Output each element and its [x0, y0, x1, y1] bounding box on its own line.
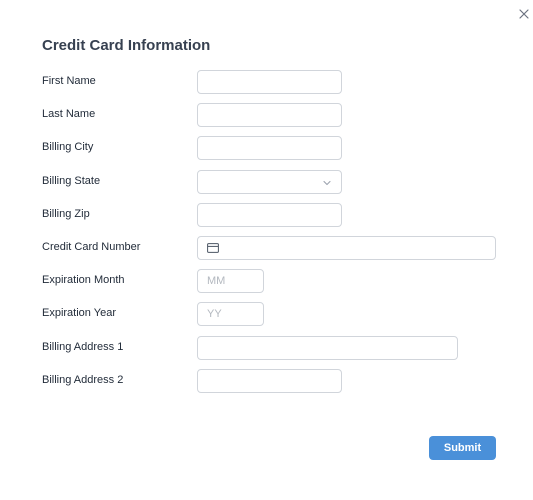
credit-card-icon	[207, 243, 219, 253]
billing-zip-row: Billing Zip	[0, 203, 533, 227]
card-number-label: Credit Card Number	[42, 241, 141, 253]
billing-zip-input[interactable]	[197, 203, 342, 227]
last-name-label: Last Name	[42, 108, 96, 120]
billing-address-1-input[interactable]	[197, 336, 458, 360]
first-name-row: First Name	[0, 70, 533, 94]
billing-state-row: Billing State	[0, 170, 533, 194]
billing-city-row: Billing City	[0, 136, 533, 160]
last-name-input[interactable]	[197, 103, 342, 127]
first-name-label: First Name	[42, 75, 96, 87]
chevron-down-icon	[323, 180, 331, 186]
billing-address-1-row: Billing Address 1	[0, 336, 533, 360]
expiration-year-input[interactable]	[197, 302, 264, 326]
billing-state-select[interactable]	[197, 170, 342, 194]
billing-zip-label: Billing Zip	[42, 208, 90, 220]
submit-button[interactable]: Submit	[429, 436, 496, 460]
expiration-year-label: Expiration Year	[42, 307, 116, 319]
expiration-month-row: Expiration Month	[0, 269, 533, 293]
billing-address-2-label: Billing Address 2	[42, 374, 124, 386]
first-name-input[interactable]	[197, 70, 342, 94]
expiration-month-input[interactable]	[197, 269, 264, 293]
billing-state-label: Billing State	[42, 175, 101, 187]
billing-address-1-label: Billing Address 1	[42, 341, 124, 353]
card-number-row: Credit Card Number	[0, 236, 533, 260]
close-icon	[519, 9, 529, 19]
card-number-field	[197, 236, 496, 260]
expiration-year-row: Expiration Year	[0, 302, 533, 326]
dialog-title: Credit Card Information	[42, 37, 211, 54]
billing-address-2-row: Billing Address 2	[0, 369, 533, 393]
credit-card-dialog: Credit Card Information First Name Last …	[0, 0, 533, 500]
billing-city-input[interactable]	[197, 136, 342, 160]
last-name-row: Last Name	[0, 103, 533, 127]
billing-city-label: Billing City	[42, 141, 94, 153]
card-number-input[interactable]	[224, 237, 492, 259]
expiration-month-label: Expiration Month	[42, 274, 125, 286]
close-button[interactable]	[514, 4, 533, 24]
billing-address-2-input[interactable]	[197, 369, 342, 393]
